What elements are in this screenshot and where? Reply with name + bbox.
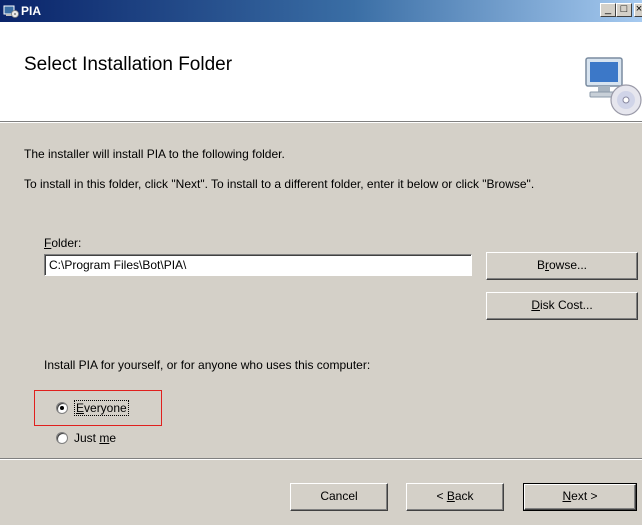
- instructions-text: To install in this folder, click "Next".…: [24, 177, 535, 191]
- installer-icon: [3, 5, 19, 18]
- title-bar: PIA _ □ ×: [0, 0, 642, 22]
- install-for-prompt: Install PIA for yourself, or for anyone …: [44, 358, 371, 372]
- browse-button[interactable]: Browse...: [486, 252, 638, 280]
- banner-separator: [0, 122, 642, 123]
- back-button[interactable]: < Back: [406, 483, 504, 511]
- everyone-radio-option[interactable]: Everyone: [56, 400, 129, 416]
- folder-label: Folder:: [44, 236, 82, 250]
- minimize-button[interactable]: _: [600, 3, 616, 17]
- intro-text: The installer will install PIA to the fo…: [24, 147, 285, 161]
- footer-separator: [0, 458, 642, 460]
- just-me-radio[interactable]: [56, 432, 68, 444]
- next-button[interactable]: Next >: [523, 483, 637, 511]
- header-banner: Select Installation Folder: [0, 22, 642, 122]
- close-button[interactable]: ×: [634, 3, 642, 17]
- cancel-button[interactable]: Cancel: [290, 483, 388, 511]
- everyone-label[interactable]: Everyone: [74, 400, 129, 416]
- everyone-radio[interactable]: [56, 402, 68, 414]
- maximize-button[interactable]: □: [616, 3, 632, 17]
- window-title: PIA: [21, 4, 42, 18]
- page-title: Select Installation Folder: [24, 54, 233, 75]
- computer-disc-icon: [585, 57, 642, 116]
- folder-path-input[interactable]: [44, 254, 472, 276]
- just-me-label[interactable]: Just me: [74, 431, 116, 445]
- just-me-radio-option[interactable]: Just me: [56, 430, 116, 446]
- disk-cost-button[interactable]: Disk Cost...: [486, 292, 638, 320]
